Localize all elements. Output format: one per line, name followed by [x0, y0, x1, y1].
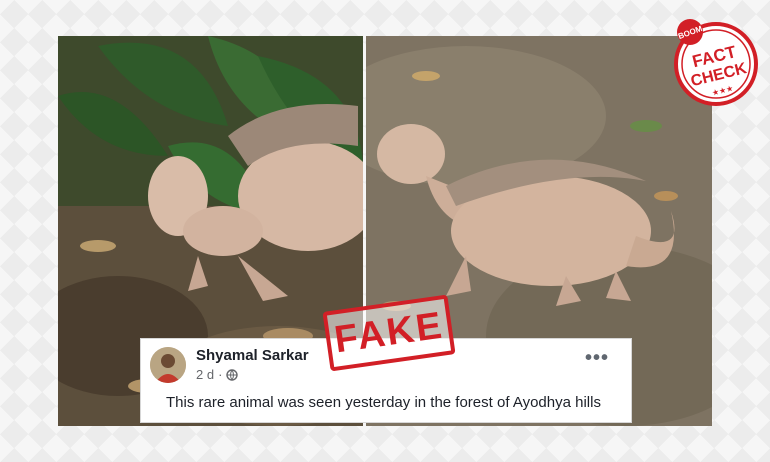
boom-fact-check-badge: BOOM FACT CHECK ★★★: [674, 19, 758, 106]
post-meta: 2 d ·: [196, 367, 239, 382]
post-time[interactable]: 2 d: [196, 367, 214, 382]
avatar[interactable]: [150, 347, 186, 383]
globe-icon: [226, 368, 239, 381]
post-author-name[interactable]: Shyamal Sarkar: [196, 347, 309, 364]
meta-separator: ·: [218, 367, 223, 382]
post-text: This rare animal was seen yesterday in t…: [166, 394, 601, 411]
more-options-button[interactable]: •••: [585, 348, 609, 368]
